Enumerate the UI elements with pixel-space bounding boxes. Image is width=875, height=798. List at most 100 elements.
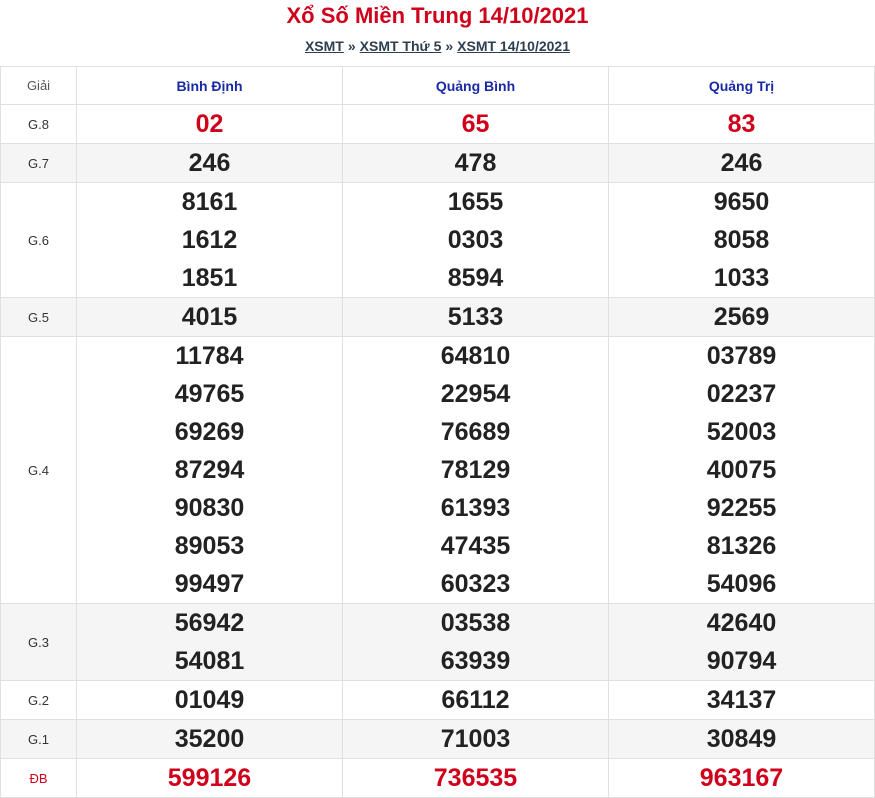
prize-label: ĐB (0, 758, 77, 798)
winning-number: 2569 (713, 303, 770, 331)
winning-number: 99497 (174, 570, 245, 598)
winning-number: 1851 (181, 264, 238, 292)
results-body: G.8 02 65 83 G.7 246 478 246 G.6 8161 1612 1851 1655… (0, 104, 875, 798)
winning-number: 49765 (174, 380, 245, 408)
winning-number: 246 (188, 149, 231, 177)
winning-number: 736535 (433, 764, 518, 792)
winning-number: 03538 (440, 609, 511, 637)
winning-number: 599126 (167, 764, 252, 792)
winning-number: 02237 (706, 380, 777, 408)
prize-row: G.6 8161 1612 1851 1655 0303 8594 9650 8058 1033 (0, 182, 875, 298)
breadcrumb-separator: » (347, 38, 356, 54)
breadcrumb-xsmt-link[interactable]: XSMT (305, 38, 344, 54)
winning-number: 42640 (706, 609, 777, 637)
winning-number: 63939 (440, 647, 511, 675)
breadcrumb-xsmt-date-link[interactable]: XSMT 14/10/2021 (457, 38, 570, 54)
prize-cell: 35200 (76, 719, 343, 759)
prize-cell: 9650 8058 1033 (608, 182, 875, 298)
page-header: Xổ Số Miền Trung 14/10/2021 XSMT» XSMT Th… (0, 0, 875, 66)
prize-row: ĐB 599126 736535 963167 (0, 758, 875, 798)
province-header-quang-tri: Quảng Trị (608, 66, 875, 105)
winning-number: 0303 (447, 226, 504, 254)
prize-cell: 03538 63939 (342, 603, 609, 681)
winning-number: 30849 (706, 725, 777, 753)
prize-cell: 1655 0303 8594 (342, 182, 609, 298)
winning-number: 22954 (440, 380, 511, 408)
winning-number: 34137 (706, 686, 777, 714)
winning-number: 02 (195, 110, 224, 138)
winning-number: 69269 (174, 418, 245, 446)
winning-number: 47435 (440, 532, 511, 560)
winning-number: 71003 (440, 725, 511, 753)
winning-number: 11784 (175, 342, 244, 370)
prize-cell: 65 (342, 104, 609, 144)
prize-label: G.7 (0, 143, 77, 183)
prize-cell: 01049 (76, 680, 343, 720)
prize-row: G.5 4015 5133 2569 (0, 297, 875, 337)
winning-number: 89053 (174, 532, 245, 560)
results-table: Giải Bình Định Quảng Bình Quảng Trị G.8 0… (0, 66, 875, 798)
page-title: Xổ Số Miền Trung 14/10/2021 (286, 3, 589, 28)
breadcrumb: XSMT» XSMT Thứ 5» XSMT 14/10/2021 (0, 38, 875, 54)
winning-number: 01049 (174, 686, 245, 714)
winning-number: 1033 (713, 264, 770, 292)
winning-number: 9650 (713, 188, 770, 216)
prize-row: G.2 01049 66112 34137 (0, 680, 875, 720)
prize-cell: 246 (76, 143, 343, 183)
winning-number: 61393 (440, 494, 511, 522)
prize-column-header: Giải (0, 66, 77, 105)
prize-row: G.3 56942 54081 03538 63939 42640 90794 (0, 603, 875, 681)
winning-number: 87294 (174, 456, 245, 484)
table-header-row: Giải Bình Định Quảng Bình Quảng Trị (0, 66, 875, 105)
winning-number: 76689 (440, 418, 511, 446)
winning-number: 54096 (706, 570, 777, 598)
prize-cell: 963167 (608, 758, 875, 798)
winning-number: 5133 (447, 303, 504, 331)
winning-number: 64810 (440, 342, 511, 370)
prize-label: G.8 (0, 104, 77, 144)
prize-label: G.1 (0, 719, 77, 759)
winning-number: 66112 (441, 686, 510, 714)
prize-label: G.5 (0, 297, 77, 337)
winning-number: 35200 (174, 725, 245, 753)
prize-cell: 66112 (342, 680, 609, 720)
winning-number: 4015 (181, 303, 238, 331)
winning-number: 83 (727, 110, 756, 138)
prize-cell: 11784 49765 69269 87294 90830 89053 99497 (76, 336, 343, 604)
winning-number: 60323 (440, 570, 511, 598)
prize-row: G.7 246 478 246 (0, 143, 875, 183)
prize-cell: 30849 (608, 719, 875, 759)
prize-cell: 71003 (342, 719, 609, 759)
winning-number: 90830 (174, 494, 245, 522)
prize-cell: 599126 (76, 758, 343, 798)
prize-cell: 736535 (342, 758, 609, 798)
winning-number: 963167 (699, 764, 784, 792)
prize-row: G.4 11784 49765 69269 87294 90830 89053 99497 64… (0, 336, 875, 604)
prize-cell: 4015 (76, 297, 343, 337)
winning-number: 478 (454, 149, 497, 177)
prize-cell: 478 (342, 143, 609, 183)
prize-cell: 8161 1612 1851 (76, 182, 343, 298)
prize-row: G.8 02 65 83 (0, 104, 875, 144)
prize-cell: 64810 22954 76689 78129 61393 47435 60323 (342, 336, 609, 604)
breadcrumb-separator: » (445, 38, 454, 54)
prize-cell: 56942 54081 (76, 603, 343, 681)
prize-cell: 03789 02237 52003 40075 92255 81326 54096 (608, 336, 875, 604)
winning-number: 1612 (181, 226, 238, 254)
prize-cell: 83 (608, 104, 875, 144)
winning-number: 81326 (706, 532, 777, 560)
prize-label: G.6 (0, 182, 77, 298)
winning-number: 52003 (706, 418, 777, 446)
prize-cell: 42640 90794 (608, 603, 875, 681)
winning-number: 40075 (706, 456, 777, 484)
winning-number: 90794 (706, 647, 777, 675)
prize-cell: 5133 (342, 297, 609, 337)
prize-cell: 2569 (608, 297, 875, 337)
winning-number: 92255 (706, 494, 777, 522)
winning-number: 03789 (706, 342, 777, 370)
winning-number: 8058 (713, 226, 770, 254)
winning-number: 246 (720, 149, 763, 177)
breadcrumb-xsmt-thu5-link[interactable]: XSMT Thứ 5 (360, 38, 442, 54)
prize-label: G.2 (0, 680, 77, 720)
winning-number: 56942 (174, 609, 245, 637)
